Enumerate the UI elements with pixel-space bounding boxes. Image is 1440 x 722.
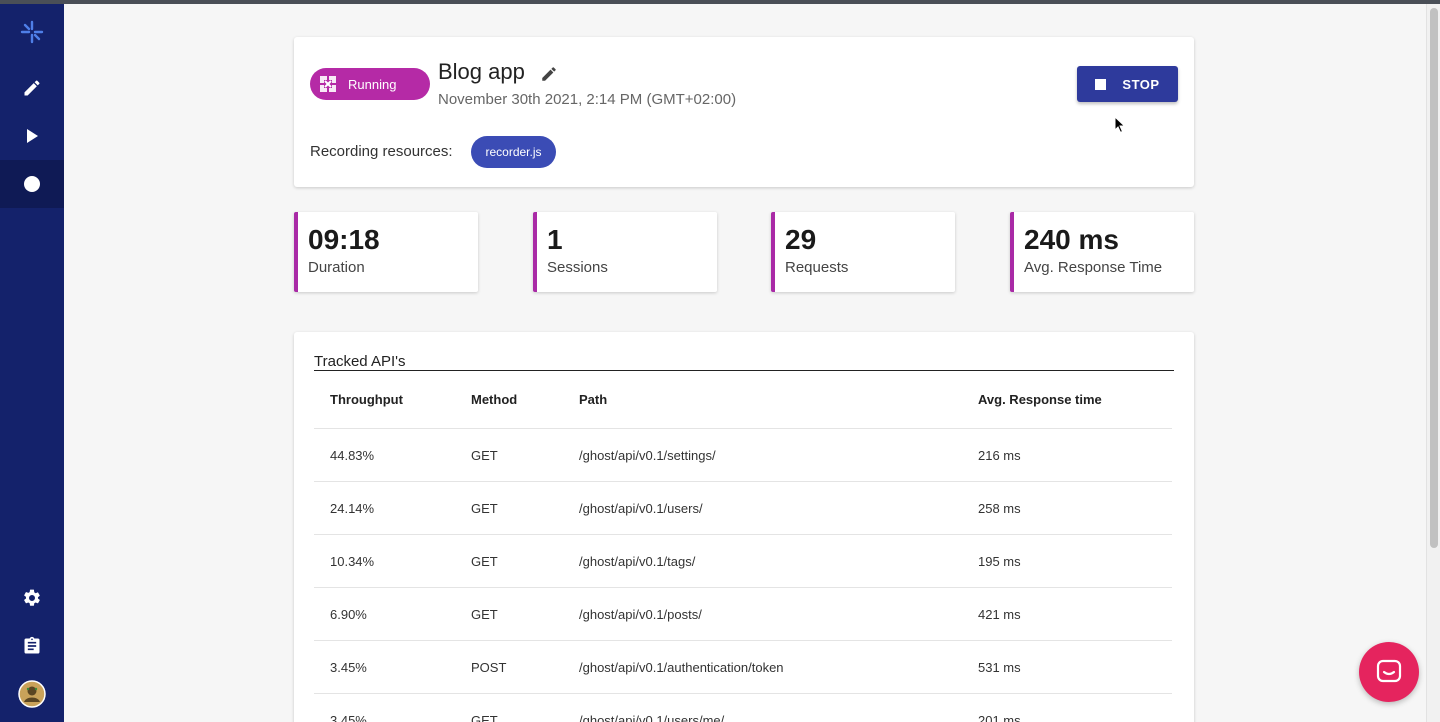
sidebar-item-run[interactable] [0, 112, 64, 160]
chat-icon [1376, 659, 1402, 683]
stop-button-label: STOP [1122, 76, 1160, 92]
mouse-cursor-icon [1114, 116, 1126, 134]
column-header-method[interactable]: Method [471, 371, 517, 428]
window-top-border [0, 0, 1440, 4]
column-header-avg-response[interactable]: Avg. Response time [978, 371, 1102, 428]
stat-value: 09:18 [308, 224, 380, 255]
scrollbar-thumb[interactable] [1430, 8, 1438, 548]
tracked-apis-table: Throughput Method Path Avg. Response tim… [314, 371, 1172, 722]
stat-value: 1 [547, 224, 563, 255]
cell-throughput: 6.90% [330, 606, 367, 622]
avatar[interactable] [0, 670, 64, 718]
cell-method: POST [471, 659, 507, 675]
cell-avg-response: 421 ms [978, 606, 1021, 622]
cell-path: /ghost/api/v0.1/posts/ [579, 606, 702, 622]
record-icon [24, 176, 40, 192]
edit-icon[interactable] [540, 65, 558, 88]
recording-resource-chip[interactable]: recorder.js [471, 136, 556, 168]
cell-throughput: 10.34% [330, 553, 375, 569]
stat-value: 240 ms [1024, 224, 1119, 255]
cell-avg-response: 216 ms [978, 447, 1021, 463]
stat-label: Requests [785, 259, 849, 276]
logo-icon[interactable] [0, 8, 64, 56]
stat-card-duration: 09:18 Duration [294, 212, 478, 292]
session-timestamp: November 30th 2021, 2:14 PM (GMT+02:00) [438, 91, 737, 108]
pencil-icon [24, 80, 40, 96]
running-icon [320, 76, 336, 92]
table-title: Tracked API's [314, 353, 406, 370]
sidebar-item-editor[interactable] [0, 64, 64, 112]
cell-avg-response: 531 ms [978, 659, 1021, 675]
sidebar [0, 0, 64, 722]
cell-throughput: 44.83% [330, 447, 375, 463]
cell-path: /ghost/api/v0.1/settings/ [579, 447, 716, 463]
status-label: Running [348, 76, 397, 92]
table-row[interactable]: 44.83% GET /ghost/api/v0.1/settings/ 216… [314, 429, 1172, 482]
cell-avg-response: 195 ms [978, 553, 1021, 569]
stat-label: Sessions [547, 259, 608, 276]
table-row[interactable]: 24.14% GET /ghost/api/v0.1/users/ 258 ms [314, 482, 1172, 535]
status-badge: Running [310, 68, 430, 100]
stat-card-sessions: 1 Sessions [533, 212, 717, 292]
cell-path: /ghost/api/v0.1/tags/ [579, 553, 696, 569]
tracked-apis-card: Tracked API's Throughput Method Path Avg… [294, 332, 1194, 722]
table-row[interactable]: 3.45% POST /ghost/api/v0.1/authenticatio… [314, 641, 1172, 694]
stat-card-requests: 29 Requests [771, 212, 955, 292]
cell-avg-response: 201 ms [978, 712, 1021, 722]
cell-method: GET [471, 553, 498, 569]
cell-method: GET [471, 500, 498, 516]
stat-card-avg-response: 240 ms Avg. Response Time [1010, 212, 1194, 292]
play-icon [27, 129, 38, 143]
page-scrollbar[interactable] [1426, 4, 1440, 722]
page-title: Blog app [438, 59, 525, 84]
cell-path: /ghost/api/v0.1/users/me/ [579, 712, 725, 722]
table-row[interactable]: 6.90% GET /ghost/api/v0.1/posts/ 421 ms [314, 588, 1172, 641]
cell-throughput: 3.45% [330, 712, 367, 722]
chat-launcher-button[interactable] [1359, 642, 1419, 702]
cell-avg-response: 258 ms [978, 500, 1021, 516]
cell-path: /ghost/api/v0.1/authentication/token [579, 659, 784, 675]
cell-method: GET [471, 606, 498, 622]
sidebar-item-reports[interactable] [0, 622, 64, 670]
table-header-row: Throughput Method Path Avg. Response tim… [314, 371, 1172, 429]
table-row[interactable]: 10.34% GET /ghost/api/v0.1/tags/ 195 ms [314, 535, 1172, 588]
recording-resources-label: Recording resources: [310, 143, 453, 160]
stop-icon [1095, 78, 1107, 90]
stat-value: 29 [785, 224, 817, 255]
stop-button[interactable]: STOP [1077, 66, 1178, 102]
cell-method: GET [471, 712, 498, 722]
cell-method: GET [471, 447, 498, 463]
cell-throughput: 24.14% [330, 500, 375, 516]
gear-icon [24, 589, 40, 606]
table-row[interactable]: 3.45% GET /ghost/api/v0.1/users/me/ 201 … [314, 694, 1172, 722]
sidebar-item-settings[interactable] [0, 574, 64, 622]
session-header-card: Running Blog app November 30th 2021, 2:1… [294, 37, 1194, 187]
column-header-throughput[interactable]: Throughput [330, 371, 403, 428]
sidebar-item-record[interactable] [0, 160, 64, 208]
cell-path: /ghost/api/v0.1/users/ [579, 500, 703, 516]
stat-label: Avg. Response Time [1024, 259, 1163, 276]
column-header-path[interactable]: Path [579, 371, 607, 428]
cell-throughput: 3.45% [330, 659, 367, 675]
stat-label: Duration [308, 259, 365, 276]
clipboard-icon [24, 636, 40, 654]
